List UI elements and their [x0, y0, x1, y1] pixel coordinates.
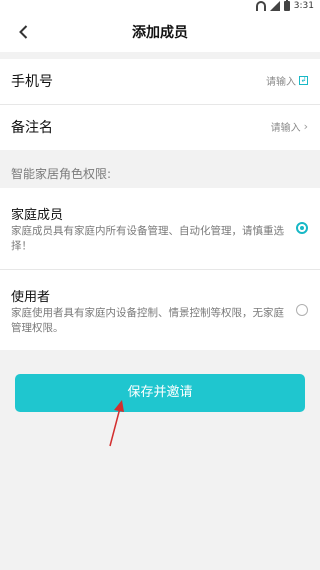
- role-title: 使用者: [11, 290, 51, 305]
- remark-label: 备注名: [11, 120, 53, 136]
- wifi-icon: [255, 1, 266, 11]
- header: 添加成员: [0, 12, 320, 52]
- role-option-user[interactable]: 使用者 家庭使用者具有家庭内设备控制、情景控制等权限，无家庭管理权限。: [0, 269, 320, 349]
- chevron-right-icon: ›: [303, 120, 308, 133]
- phone-placeholder: 请输入: [266, 77, 296, 88]
- phone-row[interactable]: 手机号 请输入 ↲: [0, 59, 320, 104]
- status-bar: 3:31: [0, 0, 320, 12]
- role-list: 家庭成员 家庭成员具有家庭内所有设备管理、自动化管理，请慎重选择！ 使用者 家庭…: [0, 188, 320, 350]
- phone-input[interactable]: 请输入 ↲: [266, 73, 308, 88]
- save-and-invite-button[interactable]: 保存并邀请: [15, 374, 305, 412]
- remark-input[interactable]: 请输入 ›: [271, 119, 308, 134]
- signal-icon: [269, 1, 280, 11]
- role-title: 家庭成员: [11, 208, 64, 223]
- radio-family-member[interactable]: [296, 222, 308, 234]
- status-time: 3:31: [293, 1, 314, 11]
- text-cursor-icon: ↲: [299, 76, 308, 85]
- annotation-arrow-icon: [109, 400, 124, 447]
- role-description: 家庭成员具有家庭内所有设备管理、自动化管理，请慎重选择！: [11, 225, 284, 252]
- role-description: 家庭使用者具有家庭内设备控制、情景控制等权限，无家庭管理权限。: [11, 307, 284, 334]
- phone-label: 手机号: [11, 74, 53, 90]
- page-title: 添加成员: [132, 25, 188, 41]
- battery-icon: [283, 0, 290, 11]
- remark-row[interactable]: 备注名 请输入 ›: [0, 104, 320, 149]
- remark-placeholder: 请输入: [270, 123, 301, 134]
- role-option-family-member[interactable]: 家庭成员 家庭成员具有家庭内所有设备管理、自动化管理，请慎重选择！: [0, 188, 320, 268]
- member-form: 手机号 请输入 ↲ 备注名 请输入 ›: [0, 59, 320, 150]
- permissions-section-title: 智能家居角色权限:: [11, 167, 112, 181]
- status-right: 3:31: [255, 0, 314, 11]
- radio-user[interactable]: [296, 304, 308, 316]
